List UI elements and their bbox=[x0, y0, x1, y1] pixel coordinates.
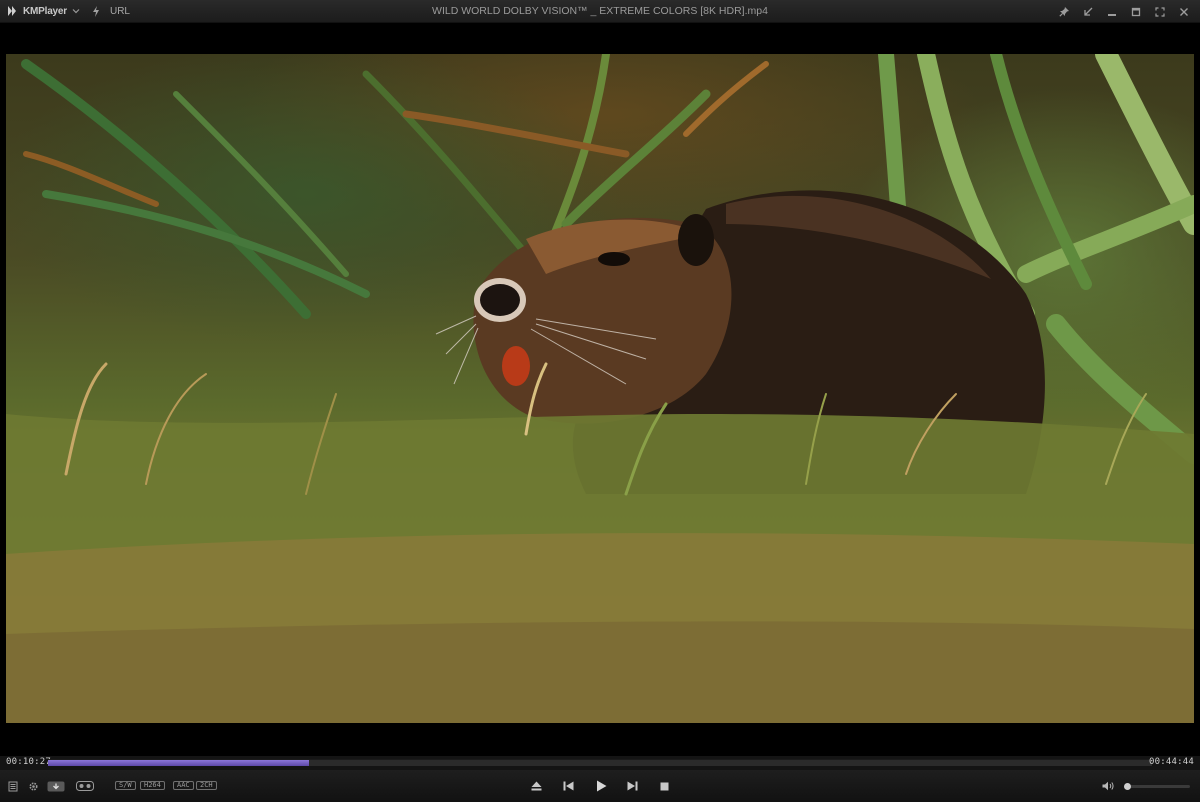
audio-channels-badge[interactable]: 2CH bbox=[196, 781, 217, 790]
total-time: 00:44:44 bbox=[1149, 757, 1194, 767]
pin-icon bbox=[1058, 7, 1069, 17]
play-button[interactable] bbox=[592, 777, 610, 795]
volume-icon bbox=[1102, 781, 1114, 791]
mute-button[interactable] bbox=[1100, 778, 1116, 794]
flash-icon bbox=[92, 5, 99, 17]
shrink-icon bbox=[1084, 7, 1093, 16]
video-area[interactable] bbox=[6, 23, 1194, 756]
url-button[interactable]: URL bbox=[110, 0, 130, 23]
previous-icon bbox=[563, 781, 573, 791]
control-bar: S/W H264 AAC 2CH bbox=[0, 770, 1200, 802]
eject-icon bbox=[531, 781, 541, 791]
minimize-icon bbox=[1108, 13, 1116, 16]
stop-button[interactable] bbox=[656, 778, 672, 794]
app-name: KMPlayer bbox=[23, 5, 67, 17]
play-icon bbox=[596, 780, 606, 792]
settings-icon bbox=[28, 781, 38, 791]
close-button[interactable] bbox=[1172, 0, 1196, 23]
next-button[interactable] bbox=[624, 778, 640, 794]
capture-button[interactable] bbox=[46, 779, 66, 793]
minimize-button[interactable] bbox=[1100, 0, 1124, 23]
vr-icon bbox=[76, 781, 94, 791]
video-frame bbox=[6, 54, 1194, 723]
seek-row: 00:10:27 00:44:44 bbox=[0, 756, 1200, 770]
video-codec-badge[interactable]: H264 bbox=[140, 781, 165, 790]
title-bar: KMPlayer URL WILD WORLD DOLBY VISION™ _ … bbox=[0, 0, 1200, 23]
audio-codec-badge[interactable]: AAC bbox=[173, 781, 194, 790]
stop-icon bbox=[660, 782, 668, 790]
volume-knob[interactable] bbox=[1124, 783, 1131, 790]
window-title: WILD WORLD DOLBY VISION™ _ EXTREME COLOR… bbox=[432, 5, 768, 17]
eject-button[interactable] bbox=[528, 778, 544, 794]
video-scene bbox=[6, 54, 1194, 723]
kmplayer-logo-icon bbox=[8, 6, 16, 16]
app-menu-button[interactable]: KMPlayer bbox=[0, 0, 80, 23]
volume-slider[interactable] bbox=[1124, 783, 1190, 790]
maximize-button[interactable] bbox=[1124, 0, 1148, 23]
next-icon bbox=[627, 781, 637, 791]
maximize-icon bbox=[1131, 7, 1141, 16]
capture-icon bbox=[47, 781, 65, 791]
previous-button[interactable] bbox=[560, 778, 576, 794]
close-icon bbox=[1180, 7, 1188, 16]
seek-progress bbox=[48, 760, 309, 766]
url-label: URL bbox=[109, 5, 130, 17]
settings-button[interactable] bbox=[26, 779, 40, 793]
window-controls bbox=[1052, 0, 1196, 23]
playlist-button[interactable] bbox=[6, 779, 20, 793]
fullscreen-button[interactable] bbox=[1148, 0, 1172, 23]
pin-button[interactable] bbox=[1052, 0, 1076, 23]
seek-bar[interactable] bbox=[48, 759, 1152, 766]
playlist-icon bbox=[8, 781, 18, 791]
current-time: 00:10:27 bbox=[6, 757, 51, 767]
fullscreen-icon bbox=[1155, 6, 1165, 17]
shrink-button[interactable] bbox=[1076, 0, 1100, 23]
decoder-badge[interactable]: S/W bbox=[115, 781, 136, 790]
flash-button[interactable] bbox=[90, 0, 102, 23]
chevron-down-icon bbox=[72, 9, 80, 14]
vr-button[interactable] bbox=[74, 779, 96, 793]
